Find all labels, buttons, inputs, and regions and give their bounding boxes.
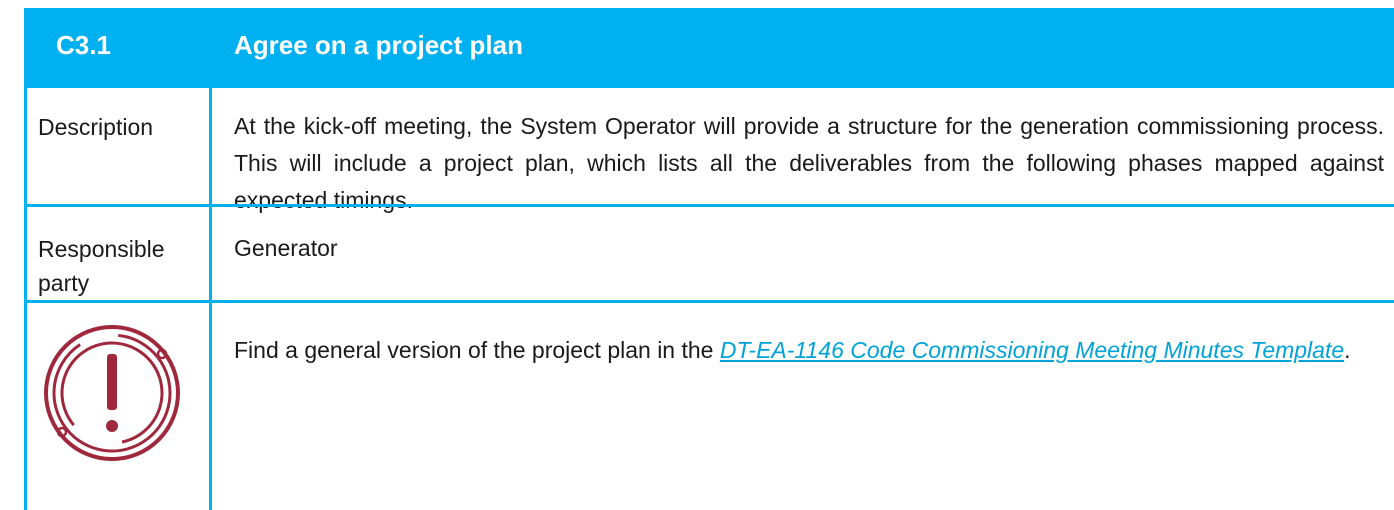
description-label: Description <box>38 114 154 140</box>
table-header: C3.1 Agree on a project plan <box>24 8 1394 88</box>
responsible-label: Responsible party <box>38 232 165 300</box>
template-link[interactable]: DT-EA-1146 Code Commissioning Meeting Mi… <box>720 337 1344 363</box>
note-text-before: Find a general version of the project pl… <box>234 337 720 363</box>
activity-title: Agree on a project plan <box>234 30 523 60</box>
activity-number: C3.1 <box>56 30 111 60</box>
responsible-label-line2: party <box>38 270 90 296</box>
description-row: Description At the kick-off meeting, the… <box>24 88 1394 213</box>
exclamation-circle-icon <box>44 325 180 461</box>
description-text: At the kick-off meeting, the System Oper… <box>234 113 1384 213</box>
note-text: Find a general version of the project pl… <box>234 332 1384 369</box>
responsible-label-line1: Responsible <box>38 236 165 262</box>
responsible-row: Responsible party Generator <box>24 206 1394 302</box>
activity-table: C3.1 Agree on a project plan Description… <box>24 0 1394 510</box>
responsible-value: Generator <box>234 235 338 261</box>
note-text-after: . <box>1344 337 1351 363</box>
page: C3.1 Agree on a project plan Description… <box>0 0 1394 510</box>
note-row: Find a general version of the project pl… <box>24 302 1394 510</box>
